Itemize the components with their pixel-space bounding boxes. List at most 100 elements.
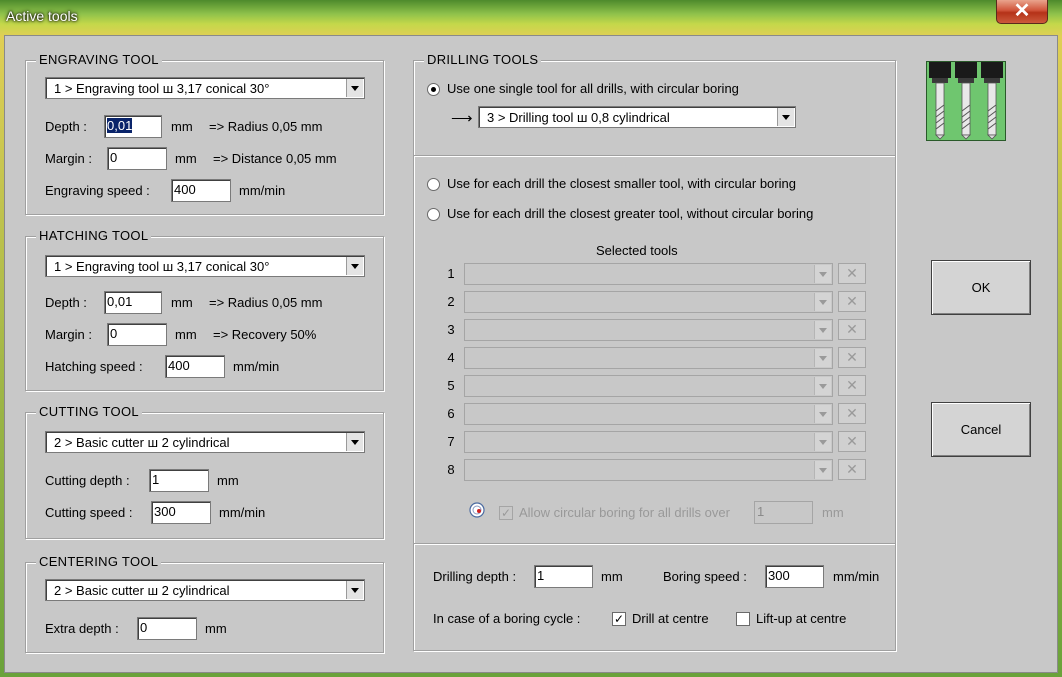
- smaller-tool-radio[interactable]: [427, 178, 440, 191]
- slot-clear-button[interactable]: ✕: [838, 263, 866, 284]
- window-title: Active tools: [6, 8, 78, 24]
- chevron-down-icon[interactable]: [814, 293, 831, 311]
- engraving-tool-select[interactable]: 1 > Engraving tool ш 3,17 conical 30°: [45, 77, 365, 99]
- slot-clear-button[interactable]: ✕: [838, 459, 866, 480]
- cutting-speed-unit: mm/min: [219, 505, 266, 520]
- cutting-tool-select-value: 2 > Basic cutter ш 2 cylindrical: [54, 435, 230, 450]
- centering-tool-select[interactable]: 2 > Basic cutter ш 2 cylindrical: [45, 579, 365, 601]
- centering-extra-label: Extra depth :: [45, 621, 119, 636]
- chevron-down-icon[interactable]: [814, 349, 831, 367]
- hatching-margin-label: Margin :: [45, 327, 92, 342]
- slot-tool-select[interactable]: [464, 431, 833, 453]
- allow-boring-unit: mm: [822, 505, 844, 520]
- chevron-down-icon[interactable]: [814, 405, 831, 423]
- arrow-right-icon: ⟶: [451, 110, 473, 127]
- section-divider: [414, 155, 895, 157]
- info-circle-icon[interactable]: [469, 502, 485, 518]
- drilling-depth-input[interactable]: 1: [534, 565, 593, 588]
- cutting-depth-input[interactable]: 1: [149, 469, 209, 492]
- cutting-tool-select[interactable]: 2 > Basic cutter ш 2 cylindrical: [45, 431, 365, 453]
- single-drilling-tool-select[interactable]: 3 > Drilling tool ш 0,8 cylindrical: [478, 106, 796, 128]
- chevron-down-icon[interactable]: [346, 581, 363, 599]
- slot-clear-button[interactable]: ✕: [838, 375, 866, 396]
- slot-tool-select[interactable]: [464, 291, 833, 313]
- chevron-down-icon[interactable]: [814, 377, 831, 395]
- allow-boring-label: Allow circular boring for all drills ove…: [519, 505, 730, 520]
- single-drilling-tool-select-value: 3 > Drilling tool ш 0,8 cylindrical: [487, 110, 670, 125]
- chevron-down-icon[interactable]: [346, 79, 363, 97]
- hatching-speed-input[interactable]: 400: [165, 355, 225, 378]
- hatching-depth-label: Depth :: [45, 295, 87, 310]
- slot-tool-select[interactable]: [464, 403, 833, 425]
- cutting-speed-label: Cutting speed :: [45, 505, 133, 520]
- chevron-down-icon[interactable]: [777, 108, 794, 126]
- chevron-down-icon[interactable]: [346, 257, 363, 275]
- drill-centre-label[interactable]: Drill at centre: [632, 611, 709, 626]
- greater-tool-radio[interactable]: [427, 208, 440, 221]
- slot-tool-select[interactable]: [464, 347, 833, 369]
- cutting-depth-label: Cutting depth :: [45, 473, 130, 488]
- chevron-down-icon[interactable]: [814, 461, 831, 479]
- hatching-depth-input[interactable]: 0,01: [104, 291, 162, 314]
- slot-clear-button[interactable]: ✕: [838, 403, 866, 424]
- slot-tool-select[interactable]: [464, 375, 833, 397]
- slot-clear-button[interactable]: ✕: [838, 347, 866, 368]
- drilling-depth-unit: mm: [601, 569, 623, 584]
- slot-tool-select[interactable]: [464, 263, 833, 285]
- slot-tool-select[interactable]: [464, 319, 833, 341]
- chevron-down-icon[interactable]: [346, 433, 363, 451]
- cutting-tool-group: CUTTING TOOL 2 > Basic cutter ш 2 cylind…: [25, 404, 384, 539]
- hatching-margin-unit: mm: [175, 327, 197, 342]
- slot-tool-select[interactable]: [464, 459, 833, 481]
- centering-extra-input[interactable]: 0: [137, 617, 197, 640]
- boring-cycle-label: In case of a boring cycle :: [433, 611, 581, 626]
- engraving-tool-group: ENGRAVING TOOL 1 > Engraving tool ш 3,17…: [25, 52, 384, 215]
- slot-number: 3: [447, 322, 455, 337]
- allow-boring-input[interactable]: 1: [754, 501, 813, 524]
- slot-clear-button[interactable]: ✕: [838, 319, 866, 340]
- allow-boring-checkbox[interactable]: ✓: [499, 506, 513, 520]
- engraving-margin-input[interactable]: 0: [107, 147, 167, 170]
- section-divider: [414, 543, 895, 545]
- hatching-tool-group: HATCHING TOOL 1 > Engraving tool ш 3,17 …: [25, 228, 384, 391]
- boring-speed-unit: mm/min: [833, 569, 880, 584]
- drill-bits-icon: [926, 61, 1006, 141]
- engraving-depth-info: => Radius 0,05 mm: [209, 119, 323, 134]
- cancel-button[interactable]: Cancel: [931, 402, 1031, 457]
- slot-number: 6: [447, 406, 455, 421]
- hatching-margin-info: => Recovery 50%: [213, 327, 317, 342]
- liftup-centre-checkbox[interactable]: [736, 612, 750, 626]
- smaller-tool-label[interactable]: Use for each drill the closest smaller t…: [447, 176, 796, 191]
- boring-speed-label: Boring speed :: [663, 569, 747, 584]
- centering-extra-unit: mm: [205, 621, 227, 636]
- engraving-tool-select-value: 1 > Engraving tool ш 3,17 conical 30°: [54, 81, 270, 96]
- hatching-margin-input[interactable]: 0: [107, 323, 167, 346]
- engraving-speed-unit: mm/min: [239, 183, 286, 198]
- slot-number: 7: [447, 434, 455, 449]
- drill-centre-checkbox[interactable]: ✓: [612, 612, 626, 626]
- slot-clear-button[interactable]: ✕: [838, 291, 866, 312]
- hatching-tool-select-value: 1 > Engraving tool ш 3,17 conical 30°: [54, 259, 270, 274]
- single-tool-radio[interactable]: [427, 83, 440, 96]
- hatching-tool-select[interactable]: 1 > Engraving tool ш 3,17 conical 30°: [45, 255, 365, 277]
- hatching-depth-info: => Radius 0,05 mm: [209, 295, 323, 310]
- chevron-down-icon[interactable]: [814, 265, 831, 283]
- engraving-depth-input[interactable]: 0,01: [104, 115, 162, 138]
- boring-speed-input[interactable]: 300: [765, 565, 824, 588]
- engraving-speed-input[interactable]: 400: [171, 179, 231, 202]
- selected-tools-header: Selected tools: [596, 243, 678, 258]
- chevron-down-icon[interactable]: [814, 321, 831, 339]
- ok-button[interactable]: OK: [931, 260, 1031, 315]
- drilling-tools-legend: DRILLING TOOLS: [424, 52, 542, 67]
- slot-clear-button[interactable]: ✕: [838, 431, 866, 452]
- chevron-down-icon[interactable]: [814, 433, 831, 451]
- cutting-speed-input[interactable]: 300: [151, 501, 211, 524]
- engraving-margin-unit: mm: [175, 151, 197, 166]
- greater-tool-label[interactable]: Use for each drill the closest greater t…: [447, 206, 813, 221]
- liftup-centre-label[interactable]: Lift-up at centre: [756, 611, 846, 626]
- single-tool-label[interactable]: Use one single tool for all drills, with…: [447, 81, 739, 96]
- close-button[interactable]: ✕: [996, 0, 1048, 24]
- engraving-speed-label: Engraving speed :: [45, 183, 150, 198]
- centering-tool-group: CENTERING TOOL 2 > Basic cutter ш 2 cyli…: [25, 554, 384, 653]
- cutting-depth-unit: mm: [217, 473, 239, 488]
